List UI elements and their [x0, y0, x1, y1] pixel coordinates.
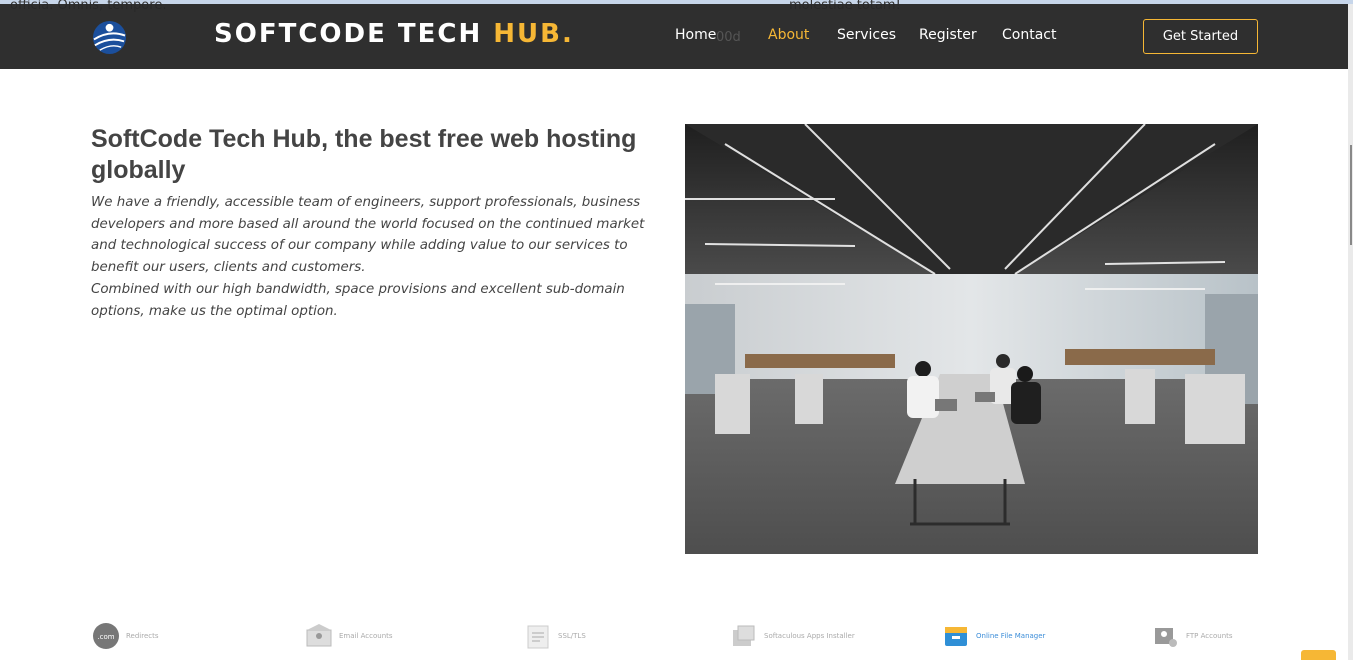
ssl-icon	[524, 622, 552, 650]
feature-file-manager[interactable]: Online File Manager	[942, 622, 1045, 650]
feature-ssl[interactable]: SSL/TLS	[524, 622, 586, 650]
apps-installer-icon	[730, 622, 758, 650]
feature-label: FTP Accounts	[1186, 632, 1233, 640]
feature-label: Softaculous Apps Installer	[764, 632, 855, 640]
brand-accent: HUB.	[493, 19, 574, 49]
scrollbar-thumb[interactable]	[1350, 145, 1352, 245]
features-strip: .com Redirects Email Accounts SSL/TLS So…	[0, 622, 1348, 660]
feature-email-accounts[interactable]: Email Accounts	[305, 622, 393, 650]
nav-register[interactable]: Register	[919, 27, 977, 43]
nav-services[interactable]: Services	[837, 27, 896, 43]
ftp-accounts-icon	[1152, 622, 1180, 650]
feature-label: Email Accounts	[339, 632, 393, 640]
nav-home[interactable]: Home	[675, 27, 716, 43]
brand-main: SOFTCODE TECH	[214, 19, 494, 49]
feature-redirects[interactable]: .com Redirects	[92, 622, 159, 650]
feature-label: Online File Manager	[976, 632, 1046, 640]
feature-label: Redirects	[126, 632, 159, 640]
email-accounts-icon	[305, 622, 333, 650]
site-header: SOFTCODE TECH HUB. 00d Home About Servic…	[0, 4, 1348, 69]
about-paragraph-2: Combined with our high bandwidth, space …	[91, 282, 625, 319]
back-to-top-button[interactable]	[1301, 650, 1336, 660]
about-paragraph-1: We have a friendly, accessible team of e…	[91, 195, 645, 275]
com-icon: .com	[92, 622, 120, 650]
about-title: SoftCode Tech Hub, the best free web hos…	[91, 125, 637, 184]
svg-text:.com: .com	[97, 633, 114, 641]
ghost-text: 00d	[716, 30, 741, 45]
nav-about[interactable]: About	[768, 27, 809, 43]
scrollbar-track[interactable]	[1348, 4, 1353, 660]
office-photo	[685, 124, 1258, 554]
nav-contact[interactable]: Contact	[1002, 27, 1056, 43]
logo-icon[interactable]	[92, 20, 127, 55]
office-image	[685, 124, 1258, 554]
file-manager-icon	[942, 622, 970, 650]
brand-name[interactable]: SOFTCODE TECH HUB.	[214, 19, 574, 49]
feature-apps-installer[interactable]: Softaculous Apps Installer	[730, 622, 855, 650]
feature-ftp-accounts[interactable]: FTP Accounts	[1152, 622, 1233, 650]
get-started-button[interactable]: Get Started	[1143, 19, 1258, 54]
feature-label: SSL/TLS	[558, 632, 586, 640]
